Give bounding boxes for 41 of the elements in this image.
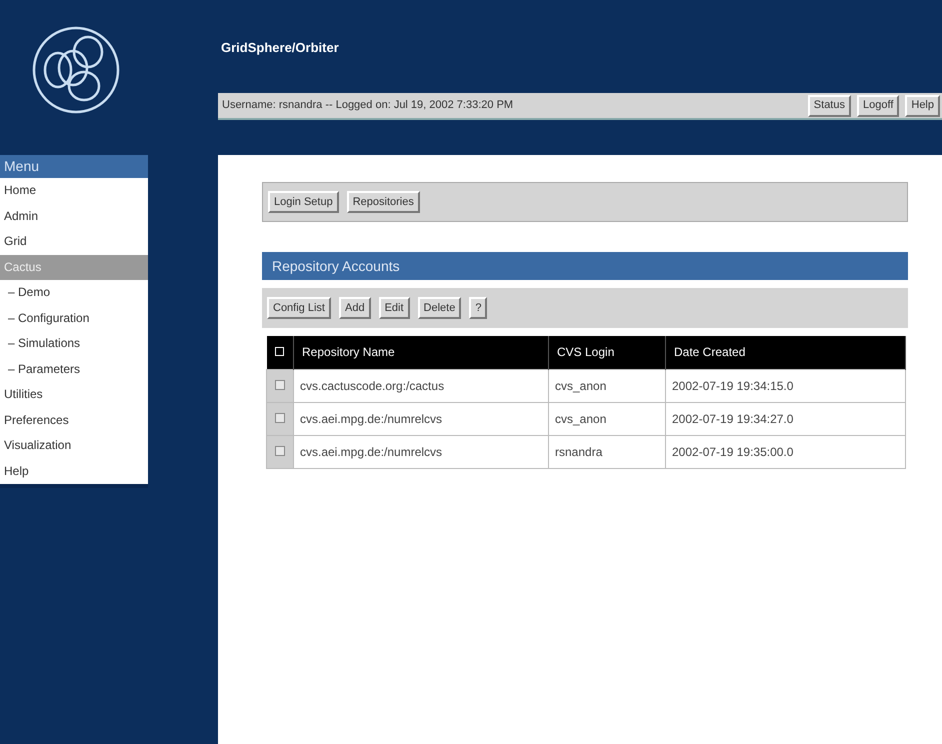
table-cell: 2002-07-19 19:34:27.0 (666, 402, 906, 435)
section-header: Repository Accounts (262, 252, 908, 280)
submenu-item[interactable]: – Simulations (0, 331, 148, 356)
nav-button[interactable]: Repositories (346, 191, 420, 213)
submenu-item[interactable]: – Demo (0, 280, 148, 306)
header-button[interactable]: Logoff (856, 94, 900, 116)
submenu-item[interactable]: – Configuration (0, 306, 148, 331)
menu-item[interactable]: Admin (0, 204, 148, 229)
header-button[interactable]: Help (905, 94, 940, 116)
checkbox[interactable] (275, 380, 285, 390)
submenu-item[interactable]: – Parameters (0, 356, 148, 382)
table-cell: 2002-07-19 19:34:15.0 (666, 369, 906, 402)
table-cell: cvs_anon (548, 402, 666, 435)
menu-item[interactable]: Utilities (0, 382, 148, 408)
toolbar-button[interactable]: Edit (378, 297, 410, 319)
column-header: CVS Login (548, 336, 666, 369)
table-cell: cvs.cactuscode.org:/cactus (294, 369, 548, 402)
toolbar-button[interactable]: ? (469, 297, 488, 319)
table-cell: cvs.aei.mpg.de:/numrelcvs (294, 435, 548, 468)
nav-button[interactable]: Login Setup (268, 191, 339, 213)
header-button[interactable]: Status (808, 94, 851, 116)
menu-header: Menu (0, 155, 148, 178)
checkbox[interactable] (275, 412, 285, 422)
session-info: Username: rsnandra -- Logged on: Jul 19, 2002 7:33:20 PM (222, 98, 514, 114)
toolbar-button[interactable]: Config List (267, 297, 331, 319)
table-cell: rsnandra (548, 435, 666, 468)
column-header: Repository Name (294, 336, 548, 369)
checkbox[interactable] (275, 446, 285, 456)
menu-item[interactable]: Visualization (0, 433, 148, 458)
menu-item[interactable]: Home (0, 178, 148, 204)
menu-item[interactable]: Help (0, 458, 148, 484)
app-title: GridSphere/Orbiter (220, 39, 340, 57)
column-header: Date Created (666, 336, 906, 369)
table-cell: 2002-07-19 19:35:00.0 (666, 435, 906, 468)
menu-item[interactable]: Grid (0, 229, 148, 254)
table-cell: cvs.aei.mpg.de:/numrelcvs (294, 402, 548, 435)
logo-icon (30, 24, 122, 116)
menu-item[interactable]: Preferences (0, 408, 148, 433)
toolbar-button[interactable]: Delete (418, 297, 462, 319)
toolbar-button[interactable]: Add (338, 297, 371, 319)
table-cell: cvs_anon (548, 369, 666, 402)
